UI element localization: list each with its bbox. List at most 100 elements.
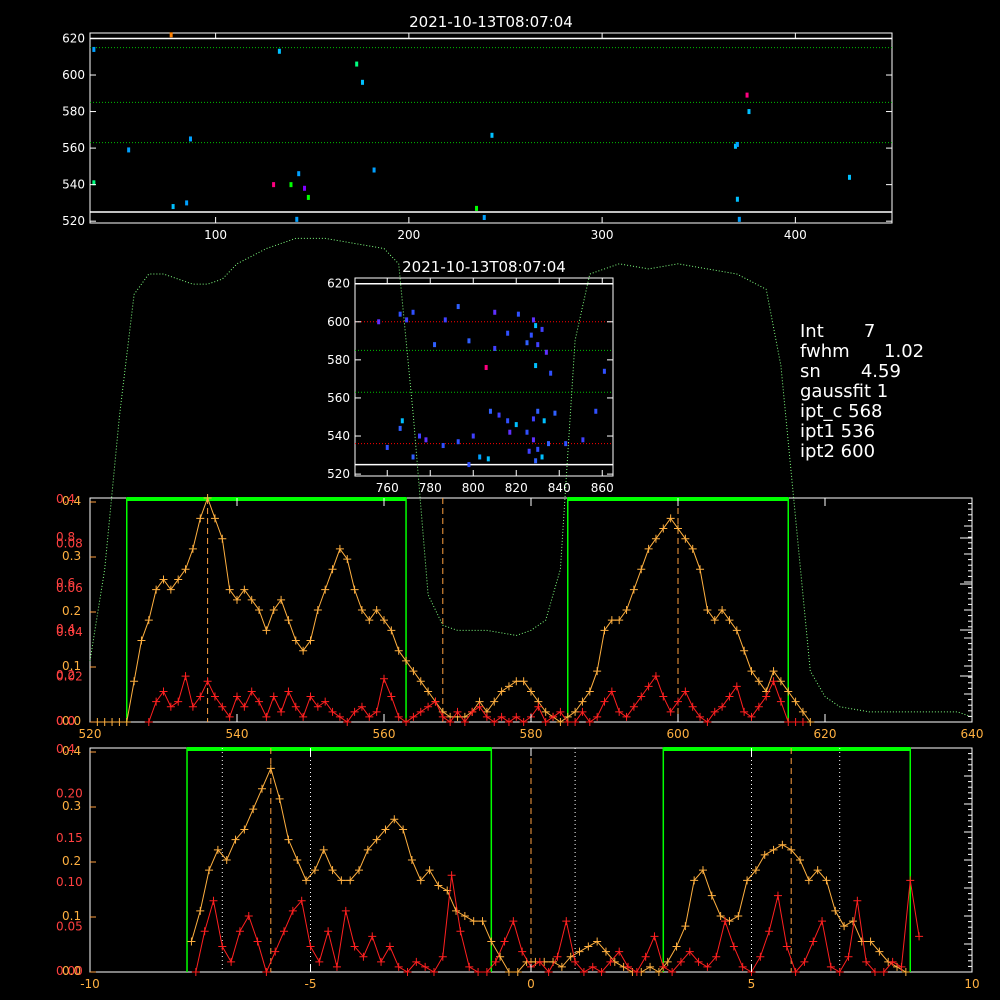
xtick-label: 100 bbox=[204, 228, 227, 242]
window-box-3-1 bbox=[662, 747, 912, 972]
data-point bbox=[431, 697, 440, 706]
data-point bbox=[475, 205, 479, 211]
param-ipt1: ipt1 536 bbox=[800, 421, 876, 442]
data-point bbox=[578, 697, 587, 706]
data-point bbox=[244, 912, 253, 920]
param-int: Int 7 bbox=[800, 321, 876, 342]
data-point bbox=[402, 718, 411, 726]
xtick-label: 400 bbox=[784, 228, 807, 242]
ytick-label: 560 bbox=[62, 141, 85, 155]
data-point bbox=[181, 672, 190, 681]
data-point bbox=[769, 845, 778, 854]
data-point bbox=[174, 575, 183, 584]
xtick-label: 780 bbox=[419, 481, 442, 495]
data-point bbox=[225, 712, 234, 721]
data-point bbox=[707, 891, 716, 900]
data-point bbox=[460, 718, 469, 726]
data-point bbox=[556, 707, 565, 716]
data-point bbox=[266, 764, 275, 773]
data-point bbox=[144, 718, 153, 726]
data-point bbox=[826, 962, 835, 971]
data-point bbox=[456, 927, 465, 936]
data-point bbox=[514, 422, 518, 428]
data-point bbox=[411, 309, 415, 315]
data-point bbox=[400, 418, 404, 424]
data-point bbox=[407, 856, 416, 864]
data-point bbox=[798, 718, 807, 726]
data-point bbox=[534, 458, 538, 464]
param-gaussfit: gaussfit 1 bbox=[800, 381, 889, 402]
data-point bbox=[527, 687, 535, 696]
data-point bbox=[493, 345, 497, 351]
data-point bbox=[534, 323, 538, 329]
data-point bbox=[716, 912, 725, 920]
data-point bbox=[769, 667, 778, 676]
data-point bbox=[387, 626, 396, 635]
data-point bbox=[284, 616, 293, 625]
data-point bbox=[209, 896, 218, 905]
plot-title-0: 2021-10-13T08:07:04 bbox=[409, 13, 573, 31]
data-point bbox=[564, 441, 568, 447]
data-point bbox=[262, 626, 271, 635]
data-point bbox=[696, 712, 705, 721]
data-point bbox=[434, 881, 443, 890]
data-point bbox=[536, 446, 540, 452]
data-point bbox=[519, 718, 528, 726]
data-point bbox=[782, 942, 791, 951]
data-point bbox=[547, 441, 550, 447]
data-point bbox=[784, 687, 793, 696]
series-line-2-1 bbox=[148, 674, 803, 723]
ytick-label-white: 0.0 bbox=[56, 714, 75, 728]
ytick-label: 600 bbox=[327, 315, 350, 329]
data-point bbox=[465, 962, 474, 971]
data-point bbox=[350, 585, 359, 594]
data-point bbox=[754, 702, 763, 711]
data-point bbox=[549, 370, 553, 376]
data-point bbox=[424, 437, 428, 443]
data-point bbox=[452, 906, 461, 915]
data-point bbox=[247, 595, 256, 604]
data-point bbox=[416, 707, 425, 716]
data-point bbox=[518, 947, 527, 956]
data-point bbox=[152, 585, 161, 594]
data-point bbox=[218, 702, 227, 711]
data-point bbox=[130, 677, 139, 686]
ytick-label: 580 bbox=[327, 353, 350, 367]
data-point bbox=[776, 677, 785, 686]
data-point bbox=[756, 952, 765, 961]
data-point bbox=[519, 677, 528, 686]
data-point bbox=[571, 707, 580, 716]
data-point bbox=[762, 692, 771, 701]
data-point bbox=[424, 702, 433, 711]
data-point bbox=[277, 707, 286, 716]
data-point bbox=[284, 687, 293, 696]
data-point bbox=[188, 136, 192, 142]
data-point bbox=[629, 585, 638, 594]
data-point bbox=[607, 616, 616, 625]
data-point bbox=[306, 194, 310, 200]
data-point bbox=[490, 697, 499, 706]
data-point bbox=[284, 835, 293, 844]
data-point bbox=[159, 575, 168, 584]
data-point bbox=[421, 962, 430, 971]
ytick-label-orange: 0.1 bbox=[62, 909, 81, 923]
data-point bbox=[632, 968, 641, 976]
param-ipt2: ipt2 600 bbox=[800, 441, 876, 462]
xtick-label: 800 bbox=[462, 481, 485, 495]
data-point bbox=[433, 342, 437, 348]
data-point bbox=[405, 317, 409, 323]
xtick-label: 0 bbox=[527, 977, 535, 991]
data-point bbox=[291, 636, 300, 645]
data-point bbox=[196, 906, 205, 915]
data-point bbox=[240, 702, 249, 711]
data-point bbox=[600, 697, 609, 706]
data-point bbox=[490, 718, 499, 726]
ytick-label-white: 0.6 bbox=[56, 576, 75, 590]
data-point bbox=[659, 692, 668, 701]
data-point bbox=[637, 692, 646, 701]
data-point bbox=[725, 692, 734, 701]
data-point bbox=[469, 917, 478, 926]
data-point bbox=[306, 942, 315, 951]
data-point bbox=[394, 646, 403, 655]
data-point bbox=[791, 697, 800, 706]
